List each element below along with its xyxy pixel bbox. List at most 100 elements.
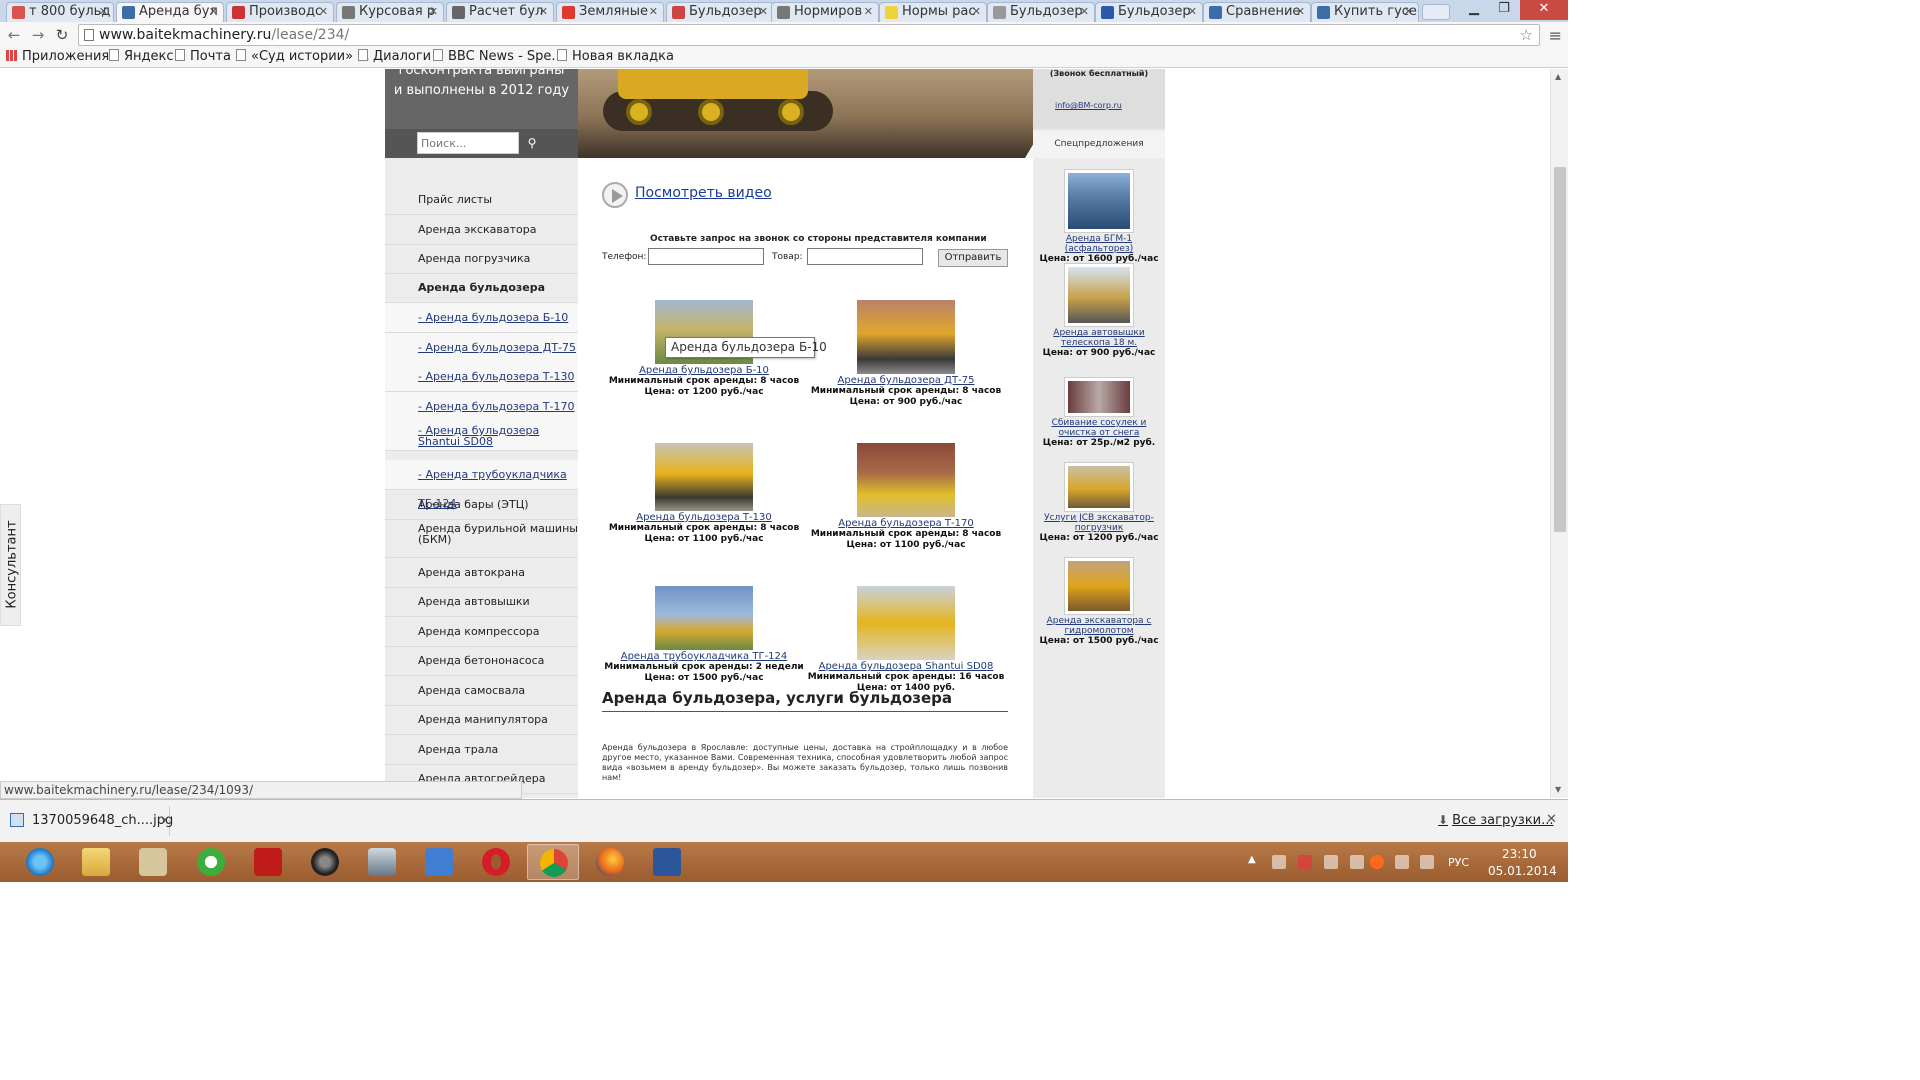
special-image[interactable] <box>1064 169 1134 233</box>
close-tab-icon[interactable]: ✕ <box>539 3 548 21</box>
nav-sub-shantui[interactable]: - Аренда бульдозера Shantui SD08 <box>385 421 578 451</box>
bookmark-apps[interactable]: Приложения <box>6 49 109 64</box>
close-window-icon[interactable]: ✕ <box>1520 0 1568 20</box>
nav-item-crane[interactable]: Аренда автокрана <box>385 558 578 588</box>
tab-6[interactable]: Бульдозер ✕ <box>666 2 774 22</box>
product-link[interactable]: Аренда бульдозера Shantui SD08 <box>806 661 1006 672</box>
scroll-thumb[interactable] <box>1554 167 1566 532</box>
back-icon[interactable]: ← <box>4 25 24 45</box>
nav-item-dumptruck[interactable]: Аренда самосвала <box>385 676 578 706</box>
vertical-scrollbar[interactable]: ▲ ▼ <box>1550 69 1568 798</box>
taskbar-app8[interactable] <box>413 844 465 880</box>
network-status-icon[interactable] <box>1395 855 1409 869</box>
tab-7[interactable]: Нормиров ✕ <box>771 2 879 22</box>
nav-item-price[interactable]: Прайс листы <box>385 185 578 215</box>
clock-date[interactable]: 05.01.2014 <box>1488 864 1557 878</box>
tray-icon[interactable] <box>1298 855 1312 869</box>
nav-item-excavator[interactable]: Аренда экскаватора <box>385 215 578 245</box>
taskbar-app3[interactable] <box>127 844 179 880</box>
nav-sub-t170[interactable]: - Аренда бульдозера Т-170 <box>385 392 578 422</box>
address-bar[interactable]: www.baitekmachinery.ru/lease/234/ ☆ <box>78 24 1540 46</box>
all-downloads-link[interactable]: ⬇ Все загрузки... <box>1438 813 1554 828</box>
tab-1[interactable]: Аренда бул ✕ <box>116 2 224 22</box>
nav-sub-t130[interactable]: - Аренда бульдозера Т-130 <box>385 362 578 392</box>
scroll-up-icon[interactable]: ▲ <box>1555 72 1561 81</box>
taskbar-explorer[interactable] <box>70 844 122 880</box>
tab-4[interactable]: Расчет бул ✕ <box>446 2 554 22</box>
product-link[interactable]: Аренда бульдозера Т-130 <box>604 512 804 523</box>
close-tab-icon[interactable]: ✕ <box>99 3 108 21</box>
nav-item-bar[interactable]: Аренда бары (ЭТЦ) <box>385 490 578 520</box>
special-image[interactable] <box>1064 377 1134 417</box>
send-button[interactable]: Отправить <box>938 249 1008 267</box>
special-item[interactable]: Сбивание сосулек и очистка от снега Цена… <box>1033 377 1165 449</box>
tab-0[interactable]: т 800 бульд ✕ <box>6 2 114 22</box>
tab-3[interactable]: Курсовая р ✕ <box>336 2 444 22</box>
product-image[interactable] <box>857 443 955 517</box>
special-item[interactable]: Аренда экскаватора с гидромолотом Цена: … <box>1033 557 1165 647</box>
bookmark-newtab[interactable]: Новая вкладка <box>557 49 674 64</box>
watch-video-link[interactable]: Посмотреть видео <box>635 185 772 201</box>
nav-sub-dt75[interactable]: - Аренда бульдозера ДТ-75 <box>385 333 578 363</box>
volume-icon[interactable] <box>1420 855 1434 869</box>
phone-input[interactable] <box>648 248 764 265</box>
bookmark-bbc[interactable]: BBC News - Spe... <box>433 49 564 64</box>
maximize-icon[interactable]: ❐ <box>1490 0 1518 20</box>
clock-time[interactable]: 23:10 <box>1502 847 1537 861</box>
warning-icon[interactable] <box>1370 855 1384 869</box>
minimize-icon[interactable]: ▁ <box>1460 0 1488 20</box>
special-item[interactable]: Аренда БГМ-1 (асфальторез) Цена: от 1600… <box>1033 169 1165 265</box>
product-image[interactable] <box>857 300 955 374</box>
close-tab-icon[interactable]: ✕ <box>319 3 328 21</box>
bookmark-dialogs[interactable]: Диалоги <box>358 49 431 64</box>
scroll-down-icon[interactable]: ▼ <box>1555 785 1561 794</box>
close-tab-icon[interactable]: ✕ <box>972 3 981 21</box>
nav-item-concrete-pump[interactable]: Аренда бетононасоса <box>385 646 578 676</box>
bookmark-history[interactable]: «Суд истории» ... <box>236 49 370 64</box>
taskbar-word[interactable] <box>641 844 693 880</box>
taskbar-network[interactable] <box>356 844 408 880</box>
nav-item-trawl[interactable]: Аренда трала <box>385 735 578 765</box>
product-image[interactable] <box>655 586 753 650</box>
tray-icon[interactable] <box>1324 855 1338 869</box>
nav-item-bulldozer[interactable]: Аренда бульдозера <box>385 273 578 303</box>
chevron-down-icon[interactable]: ▾ <box>162 806 167 836</box>
language-indicator[interactable]: РУС <box>1448 856 1469 869</box>
close-tab-icon[interactable]: ✕ <box>1404 3 1413 21</box>
taskbar-power[interactable] <box>242 844 294 880</box>
tab-10[interactable]: Бульдозер ✕ <box>1095 2 1203 22</box>
close-tab-icon[interactable]: ✕ <box>759 3 768 21</box>
nav-item-manipulator[interactable]: Аренда манипулятора <box>385 705 578 735</box>
tray-icon[interactable] <box>1350 855 1364 869</box>
product-link[interactable]: Аренда бульдозера Т-170 <box>806 518 1006 529</box>
menu-icon[interactable]: ≡ <box>1549 26 1562 45</box>
bookmark-mail[interactable]: Почта <box>175 49 231 64</box>
reload-icon[interactable]: ↻ <box>52 25 72 45</box>
taskbar-chrome[interactable] <box>527 844 579 880</box>
special-item[interactable]: Аренда автовышки телескопа 18 м. Цена: о… <box>1033 263 1165 359</box>
special-image[interactable] <box>1064 263 1134 327</box>
tab-8[interactable]: Нормы рас ✕ <box>879 2 987 22</box>
close-shelf-icon[interactable]: ✕ <box>1546 812 1557 827</box>
tab-11[interactable]: Сравнение ✕ <box>1203 2 1311 22</box>
nav-item-loader[interactable]: Аренда погрузчика <box>385 244 578 274</box>
tab-12[interactable]: Купить гусе ✕ <box>1311 2 1419 22</box>
search-icon[interactable]: ⚲ <box>521 132 543 154</box>
tab-5[interactable]: Земляные ✕ <box>556 2 664 22</box>
product-link[interactable]: Аренда трубоукладчика ТГ-124 <box>604 651 804 662</box>
product-image[interactable] <box>857 586 955 660</box>
product-input[interactable] <box>807 248 923 265</box>
special-image[interactable] <box>1064 557 1134 615</box>
nav-item-drill[interactable]: Аренда бурильной машины (БКМ) <box>385 519 578 558</box>
contact-email-link[interactable]: info@BM-corp.ru <box>1055 101 1122 110</box>
nav-sub-b10[interactable]: - Аренда бульдозера Б-10 <box>385 303 578 333</box>
product-link[interactable]: Аренда бульдозера Б-10 <box>604 365 804 376</box>
forward-icon[interactable]: → <box>28 25 48 45</box>
product-link[interactable]: Аренда бульдозера ДТ-75 <box>806 375 1006 386</box>
tray-icon[interactable] <box>1272 855 1286 869</box>
search-input[interactable] <box>417 132 519 154</box>
close-tab-icon[interactable]: ✕ <box>1188 3 1197 21</box>
close-tab-icon[interactable]: ✕ <box>429 3 438 21</box>
close-tab-icon[interactable]: ✕ <box>1080 3 1089 21</box>
download-item[interactable]: 1370059648_ch....jpg ▾ <box>4 806 173 836</box>
